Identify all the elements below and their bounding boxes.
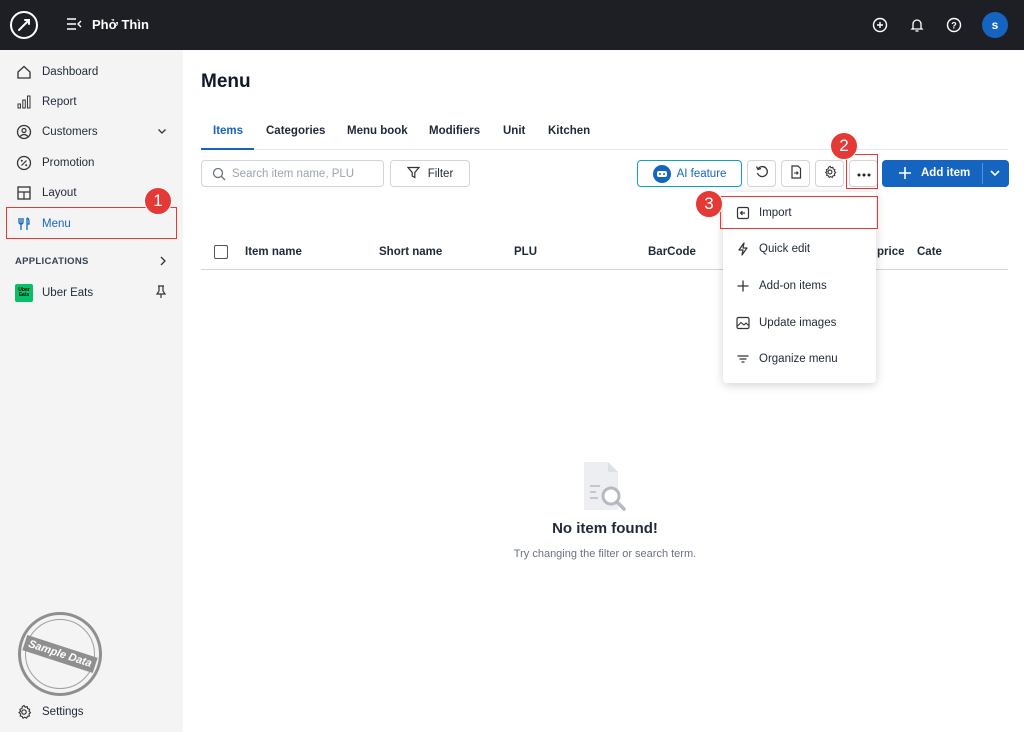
column-header[interactable]: BarCode <box>648 246 696 258</box>
help-icon[interactable]: ? <box>945 16 963 34</box>
ai-feature-label: AI feature <box>676 167 727 180</box>
sidebar: Dashboard Report Customers Promotion Lay… <box>0 50 183 732</box>
menu-toggle-icon[interactable] <box>66 17 82 31</box>
svg-text:?: ? <box>951 21 957 31</box>
gear-icon <box>15 703 33 721</box>
menu-item-label: Add-on items <box>759 280 827 292</box>
settings-button[interactable] <box>815 160 844 187</box>
lightning-icon <box>735 241 751 257</box>
gear-icon <box>823 165 837 182</box>
chevron-down-icon[interactable] <box>157 126 167 139</box>
tab-menu-book[interactable]: Menu book <box>347 125 408 137</box>
user-circle-icon <box>15 123 33 141</box>
chevron-right-icon[interactable] <box>158 255 168 270</box>
tab-categories[interactable]: Categories <box>266 125 325 137</box>
add-item-label: Add item <box>921 167 971 179</box>
store-name[interactable]: Phở Thìn <box>92 17 149 32</box>
tab-kitchen[interactable]: Kitchen <box>548 125 590 137</box>
bar-chart-icon <box>15 93 33 111</box>
sidebar-item-label: Layout <box>42 187 77 199</box>
tab-unit[interactable]: Unit <box>503 125 525 137</box>
column-header[interactable]: Cate <box>917 246 942 258</box>
highlight-more-box <box>846 154 878 189</box>
refresh-icon <box>755 165 769 182</box>
search-input[interactable] <box>232 167 372 180</box>
sidebar-item-label: Report <box>42 96 77 108</box>
menu-item-label: Organize menu <box>759 353 838 365</box>
sidebar-item-customers[interactable]: Customers <box>0 117 183 147</box>
sidebar-item-label: Uber Eats <box>42 287 94 299</box>
menu-item-organize-menu[interactable]: Organize menu <box>723 341 876 377</box>
add-item-button[interactable]: Add item <box>882 160 1009 187</box>
top-bar: Phở Thìn ? s <box>0 0 1024 50</box>
pin-icon[interactable] <box>155 284 167 302</box>
sidebar-item-dashboard[interactable]: Dashboard <box>0 57 183 87</box>
tab-bar: Items Categories Menu book Modifiers Uni… <box>201 116 1008 150</box>
menu-item-add-on-items[interactable]: Add-on items <box>723 268 876 304</box>
filter-icon <box>406 166 421 182</box>
sidebar-item-label: Dashboard <box>42 66 99 78</box>
empty-state-title: No item found! <box>552 520 658 537</box>
avatar[interactable]: s <box>982 12 1008 38</box>
active-tab-indicator <box>201 148 254 150</box>
logo-icon[interactable] <box>10 11 38 39</box>
empty-state-subtitle: Try changing the filter or search term. <box>513 548 697 560</box>
file-export-icon <box>789 165 803 182</box>
select-all-checkbox[interactable] <box>214 245 228 259</box>
sidebar-item-settings[interactable]: Settings <box>0 697 183 727</box>
empty-search-icon <box>582 460 628 512</box>
step-badge-2: 2 <box>830 132 858 160</box>
search-box[interactable] <box>201 160 384 187</box>
sidebar-item-report[interactable]: Report <box>0 87 183 117</box>
step-badge-1: 1 <box>144 187 172 215</box>
robot-icon <box>652 164 671 183</box>
filter-button[interactable]: Filter <box>390 160 470 187</box>
column-header[interactable]: Short name <box>379 246 442 258</box>
tab-items[interactable]: Items <box>213 125 243 137</box>
sort-lines-icon <box>735 351 751 367</box>
applications-heading: APPLICATIONS <box>15 256 89 267</box>
plus-icon <box>735 278 751 294</box>
bell-icon[interactable] <box>908 16 926 34</box>
sample-data-stamp: Sample Data <box>18 612 102 696</box>
stamp-text: Sample Data <box>22 634 98 674</box>
page-title: Menu <box>201 71 251 92</box>
sidebar-item-promotion[interactable]: Promotion <box>0 148 183 178</box>
sidebar-item-label: Customers <box>42 126 98 138</box>
highlight-import-box <box>720 196 878 229</box>
refresh-button[interactable] <box>747 160 776 187</box>
add-circle-icon[interactable] <box>871 16 889 34</box>
step-badge-3: 3 <box>695 190 723 218</box>
layout-icon <box>15 184 33 202</box>
ai-feature-button[interactable]: AI feature <box>637 160 742 187</box>
image-icon <box>735 315 751 331</box>
menu-item-label: Quick edit <box>759 243 811 255</box>
export-button[interactable] <box>781 160 810 187</box>
sidebar-item-uber-eats[interactable]: Uber Eats Uber Eats <box>0 278 183 308</box>
search-icon <box>212 167 226 184</box>
sidebar-item-label: Promotion <box>42 157 95 169</box>
column-header[interactable]: PLU <box>514 246 537 258</box>
sidebar-item-label: Settings <box>42 706 84 718</box>
filter-label: Filter <box>427 167 454 180</box>
menu-item-label: Update images <box>759 317 837 329</box>
table-header: Item name Short name PLU BarCode price C… <box>201 236 1008 270</box>
button-divider <box>982 163 983 184</box>
menu-item-quick-edit[interactable]: Quick edit <box>723 231 876 267</box>
tab-modifiers[interactable]: Modifiers <box>429 125 480 137</box>
column-header[interactable]: price <box>877 246 905 258</box>
uber-eats-logo-icon: Uber Eats <box>15 284 33 302</box>
chevron-down-icon[interactable] <box>989 168 1001 181</box>
percent-icon <box>15 154 33 172</box>
column-header[interactable]: Item name <box>245 246 302 258</box>
plus-icon <box>898 166 912 183</box>
menu-item-update-images[interactable]: Update images <box>723 305 876 341</box>
home-icon <box>15 63 33 81</box>
